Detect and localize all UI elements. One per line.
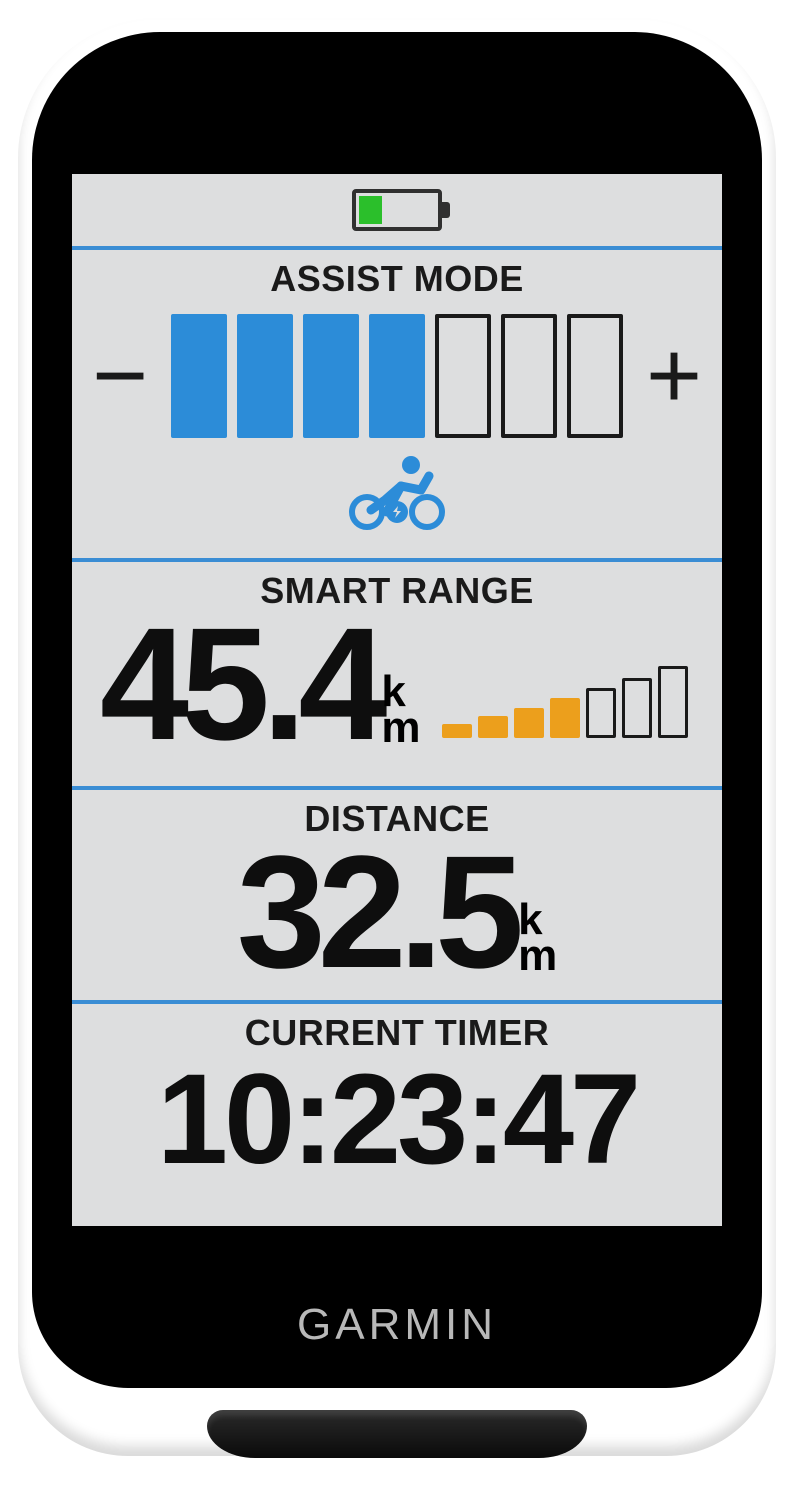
assist-mode-label: ASSIST MODE xyxy=(72,250,722,300)
assist-decrease-button[interactable]: − xyxy=(87,328,153,424)
distance-value: 32.5 xyxy=(237,832,516,992)
assist-level-bars xyxy=(171,314,623,438)
battery-row xyxy=(72,174,722,246)
battery-icon xyxy=(352,189,442,231)
device-bezel: ASSIST MODE − + xyxy=(32,32,762,1388)
distance-section: DISTANCE 32.5 k m xyxy=(72,786,722,1000)
battery-fill xyxy=(359,196,382,224)
assist-mode-section: ASSIST MODE − + xyxy=(72,246,722,558)
timer-label: CURRENT TIMER xyxy=(72,1004,722,1054)
smart-range-unit: k m xyxy=(381,674,420,746)
assist-bar xyxy=(171,314,227,438)
smart-range-section: SMART RANGE 45.4 k m xyxy=(72,558,722,786)
timer-value: 10:23:47 xyxy=(72,1050,722,1191)
signal-bar xyxy=(622,678,652,738)
signal-bar xyxy=(586,688,616,738)
device-frame: ASSIST MODE − + xyxy=(18,18,776,1456)
distance-unit: k m xyxy=(518,902,557,974)
assist-bar xyxy=(369,314,425,438)
signal-bar xyxy=(658,666,688,738)
timer-section: CURRENT TIMER 10:23:47 xyxy=(72,1000,722,1226)
screen[interactable]: ASSIST MODE − + xyxy=(72,174,722,1226)
assist-bar xyxy=(567,314,623,438)
assist-bar xyxy=(435,314,491,438)
smart-range-value: 45.4 xyxy=(100,604,379,764)
signal-bar xyxy=(550,698,580,738)
assist-bar xyxy=(237,314,293,438)
signal-bar xyxy=(514,708,544,738)
ebike-icon xyxy=(347,456,447,530)
signal-bars xyxy=(442,666,688,738)
assist-bar xyxy=(501,314,557,438)
assist-bar xyxy=(303,314,359,438)
brand-logo: GARMIN xyxy=(32,1300,762,1350)
signal-bar xyxy=(442,724,472,738)
assist-increase-button[interactable]: + xyxy=(641,328,707,424)
signal-bar xyxy=(478,716,508,738)
device-chin xyxy=(207,1410,587,1458)
